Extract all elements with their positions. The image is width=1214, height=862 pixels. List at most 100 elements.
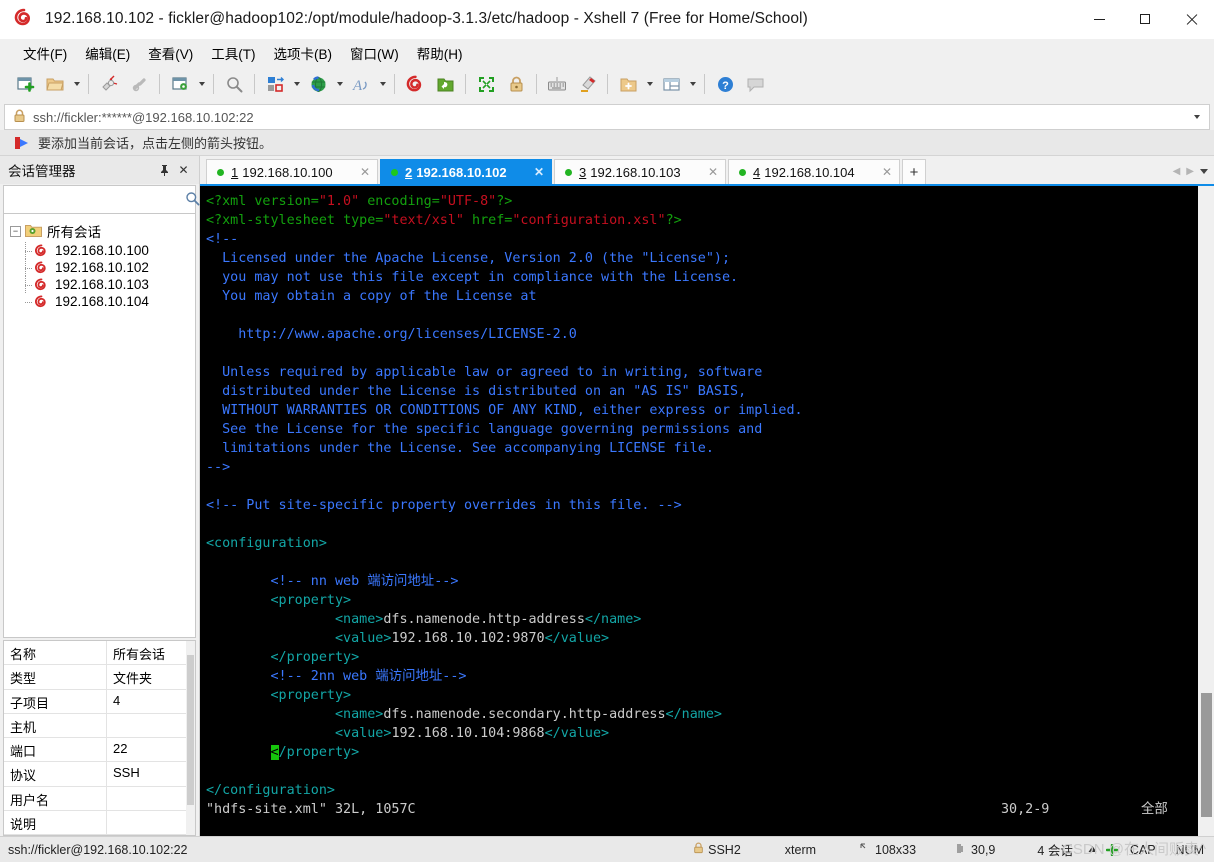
new-session-button[interactable] xyxy=(10,69,40,99)
menu-view[interactable]: 查看(V) xyxy=(139,40,202,66)
tab-list-dropdown-icon[interactable] xyxy=(1200,169,1208,174)
terminal-span: < xyxy=(270,745,279,760)
layout-button[interactable] xyxy=(656,69,686,99)
web-dropdown[interactable] xyxy=(333,70,346,98)
find-button[interactable] xyxy=(219,69,249,99)
address-bar[interactable]: ssh://fickler:******@192.168.10.102:22 xyxy=(4,104,1210,130)
tree-item-session-2[interactable]: 192.168.10.103 xyxy=(4,276,195,293)
property-key: 子项目 xyxy=(4,689,107,713)
status-connection: ssh://fickler@192.168.10.102:22 xyxy=(8,842,188,857)
transfer-file-button[interactable] xyxy=(260,69,290,99)
tab-close-icon[interactable]: ✕ xyxy=(357,164,373,180)
open-folder-button[interactable] xyxy=(40,69,70,99)
property-key: 名称 xyxy=(4,641,107,665)
font-dropdown[interactable] xyxy=(376,70,389,98)
terminal-line: <value>192.168.10.104:9868</value> xyxy=(206,724,1197,743)
search-input[interactable] xyxy=(9,192,185,207)
xftp-button[interactable] xyxy=(430,69,460,99)
web-button[interactable] xyxy=(303,69,333,99)
close-icon xyxy=(1185,13,1198,26)
menu-window[interactable]: 窗口(W) xyxy=(341,40,408,66)
transfer-file-dropdown[interactable] xyxy=(290,70,303,98)
disconnect-button[interactable] xyxy=(94,69,124,99)
tab-session-2[interactable]: 2 192.168.10.102 ✕ xyxy=(380,159,552,184)
session-manager-panel: 会话管理器 ✕ − 所有会话 192.168.10.100 192.168.10… xyxy=(0,156,200,836)
chevron-down-icon xyxy=(1194,115,1200,119)
session-tree[interactable]: − 所有会话 192.168.10.100 192.168.10.102 192… xyxy=(3,214,196,638)
layout-dropdown[interactable] xyxy=(686,70,699,98)
terminal-span: 192.168.10.102:9870 xyxy=(391,631,545,646)
session-properties-dropdown[interactable] xyxy=(195,70,208,98)
maximize-button[interactable] xyxy=(1122,0,1168,39)
status-add-icon[interactable] xyxy=(1105,843,1118,856)
help-button[interactable]: ? xyxy=(710,69,740,99)
terminal-span: "UTF-8" xyxy=(439,194,497,209)
new-tab-button[interactable]: + xyxy=(902,159,926,184)
terminal-scrollbar-thumb[interactable] xyxy=(1201,693,1212,817)
xshell-button[interactable] xyxy=(400,69,430,99)
svg-text:?: ? xyxy=(722,80,729,92)
terminal-span: <value> xyxy=(335,726,392,741)
pin-button[interactable] xyxy=(155,161,174,180)
tree-item-session-1[interactable]: 192.168.10.102 xyxy=(4,259,195,276)
terminal-span: ?> xyxy=(665,213,682,228)
tab-session-1[interactable]: 1 192.168.10.100 ✕ xyxy=(206,159,378,184)
add-folder-button[interactable] xyxy=(613,69,643,99)
tab-session-3[interactable]: 3 192.168.10.103 ✕ xyxy=(554,159,726,184)
red-arrow-icon xyxy=(14,136,30,150)
terminal-span: "text/xsl" xyxy=(383,213,464,228)
add-folder-dropdown[interactable] xyxy=(643,70,656,98)
tab-close-icon[interactable]: ✕ xyxy=(705,164,721,180)
tab-session-4[interactable]: 4 192.168.10.104 ✕ xyxy=(728,159,900,184)
menu-tabs[interactable]: 选项卡(B) xyxy=(265,40,342,66)
table-row: 端口 22 xyxy=(4,738,195,763)
menu-edit[interactable]: 编辑(E) xyxy=(76,40,139,66)
lock-button[interactable] xyxy=(501,69,531,99)
chevron-down-icon xyxy=(336,82,343,86)
tree-item-label: 192.168.10.100 xyxy=(55,243,149,258)
window-title: 192.168.10.102 - fickler@hadoop102:/opt/… xyxy=(45,10,808,27)
terminal-line: <property> xyxy=(206,591,1197,610)
status-collapse-icon[interactable] xyxy=(1087,845,1098,854)
terminal-span: version= xyxy=(254,194,319,209)
tree-item-session-0[interactable]: 192.168.10.100 xyxy=(4,242,195,259)
property-value: 4 xyxy=(113,692,121,708)
highlight-button[interactable] xyxy=(572,69,602,99)
address-dropdown-button[interactable] xyxy=(1189,115,1205,119)
menu-file[interactable]: 文件(F) xyxy=(14,40,76,66)
reconnect-button[interactable] xyxy=(124,69,154,99)
close-button[interactable] xyxy=(1168,0,1214,39)
tab-next-icon[interactable]: ▶ xyxy=(1186,166,1194,177)
terminal-scrollbar[interactable] xyxy=(1197,186,1214,836)
session-properties-button[interactable] xyxy=(165,69,195,99)
terminal-span xyxy=(206,707,335,722)
keyboard-button[interactable] xyxy=(542,69,572,99)
menu-tools[interactable]: 工具(T) xyxy=(202,40,264,66)
tree-root-all-sessions[interactable]: − 所有会话 xyxy=(4,220,195,242)
session-search-box[interactable] xyxy=(3,185,200,214)
tree-expander-icon[interactable]: − xyxy=(10,225,21,237)
connected-status-icon xyxy=(391,168,398,176)
search-icon[interactable] xyxy=(185,191,200,209)
status-cursor-label: 30,9 xyxy=(971,842,996,857)
terminal-span: encoding= xyxy=(359,194,440,209)
fullscreen-button[interactable] xyxy=(471,69,501,99)
tree-guide-branch xyxy=(25,250,32,252)
tab-close-icon[interactable]: ✕ xyxy=(531,164,547,180)
font-button[interactable]: A xyxy=(346,69,376,99)
tab-prev-icon[interactable]: ◀ xyxy=(1173,166,1181,177)
address-value[interactable]: ssh://fickler:******@192.168.10.102:22 xyxy=(33,110,1189,125)
tab-close-icon[interactable]: ✕ xyxy=(879,164,895,180)
open-folder-dropdown[interactable] xyxy=(70,70,83,98)
properties-scrollbar-thumb[interactable] xyxy=(187,655,194,805)
terminal-output[interactable]: <?xml version="1.0" encoding="UTF-8"?> <?… xyxy=(200,186,1197,836)
minimize-button[interactable] xyxy=(1076,0,1122,39)
terminal-line: Licensed under the Apache License, Versi… xyxy=(206,249,1197,268)
properties-scrollbar[interactable] xyxy=(186,641,195,835)
menu-help[interactable]: 帮助(H) xyxy=(408,40,472,66)
tree-item-session-3[interactable]: 192.168.10.104 xyxy=(4,293,195,310)
panel-close-button[interactable]: ✕ xyxy=(174,161,193,180)
property-key: 协议 xyxy=(4,762,107,786)
comment-button[interactable] xyxy=(740,69,770,99)
